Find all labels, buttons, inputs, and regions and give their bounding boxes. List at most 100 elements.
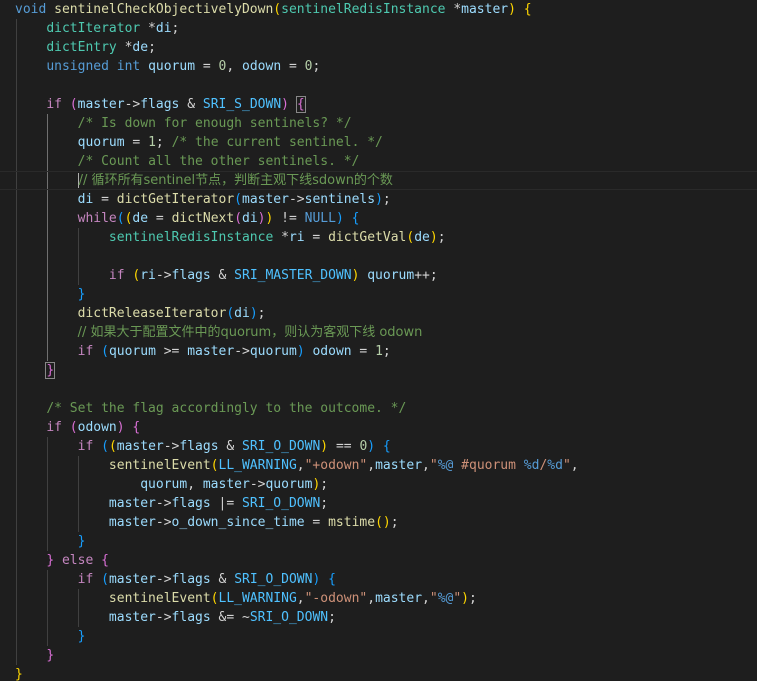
token-keyword: %@: [437, 458, 454, 473]
code-line[interactable]: [0, 76, 757, 95]
token-comment: // 循环所有sentinel节点，判断主观下线sdown的个数: [78, 173, 393, 188]
token-plain: ++;: [414, 268, 438, 283]
token-plain: *: [445, 2, 462, 17]
token-plain: &: [210, 572, 235, 587]
token-plain: ->: [249, 477, 266, 492]
code-line[interactable]: void sentinelCheckObjectivelyDown(sentin…: [0, 0, 757, 19]
code-line[interactable]: if ((master->flags & SRI_O_DOWN) == 0) {: [0, 437, 757, 456]
token-control: if: [77, 439, 94, 454]
code-line[interactable]: master->o_down_since_time = mstime();: [0, 513, 757, 532]
code-line[interactable]: master->flags &= ~SRI_O_DOWN;: [0, 608, 757, 627]
code-line[interactable]: }: [0, 665, 757, 681]
token-bracket-gold: ): [508, 2, 516, 17]
token-comment: /* the current sentinel. */: [171, 135, 383, 150]
token-function: mstime: [328, 515, 376, 530]
code-line[interactable]: }: [0, 646, 757, 665]
token-bracket-pink: ): [257, 211, 266, 226]
token-plain: ->: [155, 610, 172, 625]
token-keyword: int: [116, 59, 141, 74]
token-plain: ;: [320, 477, 329, 492]
token-plain: ;: [390, 515, 399, 530]
code-line[interactable]: while((de = dictNext(di)) != NULL) {: [0, 209, 757, 228]
token-control: if: [77, 344, 94, 359]
token-plain: ->: [234, 344, 250, 359]
token-plain: ,: [226, 59, 243, 74]
code-line[interactable]: unsigned int quorum = 0, odown = 0;: [0, 57, 757, 76]
token-plain: ;: [171, 21, 180, 36]
token-plain: =: [281, 59, 305, 74]
code-line[interactable]: sentinelRedisInstance *ri = dictGetVal(d…: [0, 228, 757, 247]
token-plain: ,: [422, 458, 430, 473]
code-line[interactable]: sentinelEvent(LL_WARNING,"-odown",master…: [0, 589, 757, 608]
token-variable: quorum: [265, 477, 313, 492]
code-line[interactable]: quorum = 1; /* the current sentinel. */: [0, 133, 757, 152]
token-variable: master: [108, 515, 156, 530]
code-line[interactable]: sentinelEvent(LL_WARNING,"+odown",master…: [0, 456, 757, 475]
code-line[interactable]: if (quorum >= master->quorum) odown = 1;: [0, 342, 757, 361]
token-bracket-gold: ): [382, 515, 391, 530]
code-line[interactable]: }: [0, 361, 757, 380]
code-line[interactable]: if (ri->flags & SRI_MASTER_DOWN) quorum+…: [0, 266, 757, 285]
token-constant: SRI_O_DOWN: [242, 439, 321, 454]
code-line[interactable]: if (master->flags & SRI_S_DOWN) {: [0, 95, 757, 114]
token-variable: di: [155, 21, 172, 36]
code-line-current[interactable]: // 循环所有sentinel节点，判断主观下线sdown的个数: [0, 171, 757, 190]
code-line[interactable]: quorum, master->quorum);: [0, 475, 757, 494]
token-plain: ;: [148, 40, 156, 55]
token-bracket-pink: }: [46, 553, 55, 568]
code-line[interactable]: dictEntry *de;: [0, 38, 757, 57]
token-type: dictEntry: [46, 40, 117, 55]
token-variable: master: [108, 610, 156, 625]
code-line[interactable]: [0, 247, 757, 266]
token-bracket-gold: ): [320, 439, 329, 454]
code-line[interactable]: dictIterator *di;: [0, 19, 757, 38]
token-plain: &: [218, 439, 243, 454]
token-bracket-pink: ): [116, 420, 125, 435]
code-line[interactable]: }: [0, 285, 757, 304]
token-variable: de: [132, 40, 149, 55]
code-line[interactable]: }: [0, 532, 757, 551]
code-line[interactable]: /* Is down for enough sentinels? */: [0, 114, 757, 133]
code-line[interactable]: dictReleaseIterator(di);: [0, 304, 757, 323]
token-plain: =: [124, 135, 149, 150]
token-bracket-blue: }: [77, 534, 86, 549]
code-line[interactable]: // 如果大于配置文件中的quorum，则认为客观下线 odown: [0, 323, 757, 342]
token-bracket-blue: }: [77, 287, 86, 302]
token-bracket-pink: (: [234, 211, 243, 226]
code-editor[interactable]: void sentinelCheckObjectivelyDown(sentin…: [0, 0, 757, 681]
code-line[interactable]: di = dictGetIterator(master->sentinels);: [0, 190, 757, 209]
token-bracket-blue: (: [226, 306, 235, 321]
token-variable: odown: [242, 59, 282, 74]
token-variable: master: [375, 591, 423, 606]
token-plain: ->: [155, 515, 172, 530]
code-line[interactable]: /* Set the flag accordingly to the outco…: [0, 399, 757, 418]
token-plain: ,: [187, 477, 203, 492]
code-line[interactable]: } else {: [0, 551, 757, 570]
code-line[interactable]: [0, 380, 757, 399]
token-bracket-blue: {: [351, 211, 360, 226]
code-line[interactable]: master->flags |= SRI_O_DOWN;: [0, 494, 757, 513]
token-variable: master: [108, 496, 156, 511]
token-keyword: void: [15, 2, 47, 17]
token-plain: =: [304, 515, 329, 530]
token-variable: odown: [312, 344, 352, 359]
token-plain: ->: [155, 496, 172, 511]
code-line[interactable]: if (master->flags & SRI_O_DOWN) {: [0, 570, 757, 589]
code-line[interactable]: if (odown) {: [0, 418, 757, 437]
token-bracket-blue: ): [367, 439, 376, 454]
token-comment: /* Set the flag accordingly to the outco…: [46, 401, 407, 416]
code-line[interactable]: /* Count all the other sentinels. */: [0, 152, 757, 171]
token-plain: *: [140, 21, 156, 36]
code-line[interactable]: }: [0, 627, 757, 646]
token-constant: LL_WARNING: [218, 591, 297, 606]
